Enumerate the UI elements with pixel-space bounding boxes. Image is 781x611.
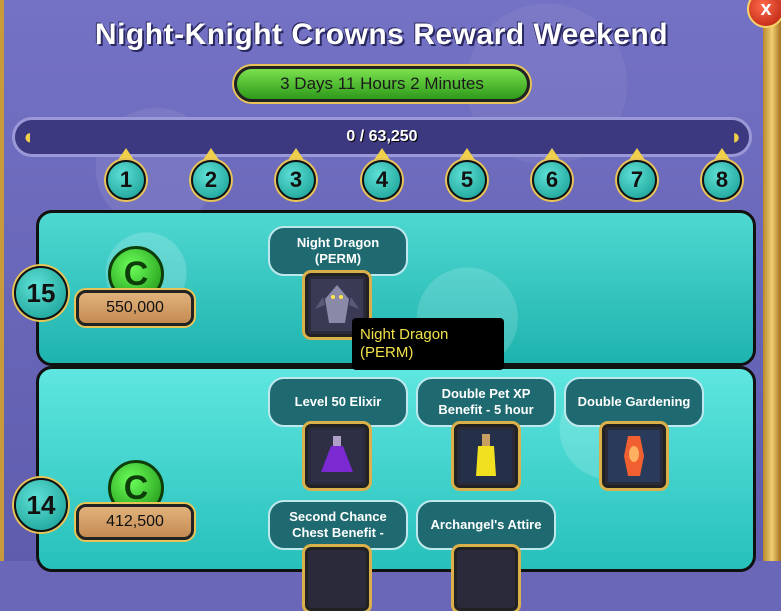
tier-level-badge: 15 — [14, 266, 68, 320]
reward-item-archangels-attire[interactable] — [454, 547, 518, 611]
reward-label-archangels-attire: Archangel's Attire — [416, 500, 556, 550]
milestone-marker-icon — [459, 148, 475, 160]
window-frame-right — [763, 0, 781, 561]
milestone-1: 1 — [106, 148, 146, 200]
purple-potion-icon — [311, 430, 363, 482]
milestone-3: 3 — [276, 148, 316, 200]
milestone-marker-icon — [629, 148, 645, 160]
milestone-number: 5 — [447, 160, 487, 200]
milestone-marker-icon — [203, 148, 219, 160]
reward-item-double-pet-xp[interactable] — [454, 424, 518, 488]
milestone-marker-icon — [288, 148, 304, 160]
tier-level-badge: 14 — [14, 478, 68, 532]
milestone-number: 8 — [702, 160, 742, 200]
window-title: Night-Knight Crowns Reward Weekend — [94, 18, 669, 51]
tier-cost: 412,500 — [76, 504, 194, 540]
reward-item-level-50-elixir[interactable] — [305, 424, 369, 488]
milestone-number: 2 — [191, 160, 231, 200]
reward-label-double-gardening: Double Gardening — [564, 377, 704, 427]
yellow-potion-icon — [460, 430, 512, 482]
milestone-marker-icon — [544, 148, 560, 160]
milestone-2: 2 — [191, 148, 231, 200]
reward-item-double-gardening[interactable] — [602, 424, 666, 488]
event-timer: 3 Days 11 Hours 2 Minutes — [234, 66, 530, 102]
milestone-number: 1 — [106, 160, 146, 200]
milestone-7: 7 — [617, 148, 657, 200]
reward-label-second-chance-chest: Second Chance Chest Benefit - — [268, 500, 408, 550]
milestone-8: 8 — [702, 148, 742, 200]
milestone-number: 6 — [532, 160, 572, 200]
lava-lamp-icon — [608, 430, 660, 482]
milestone-number: 3 — [276, 160, 316, 200]
milestone-5: 5 — [447, 148, 487, 200]
milestone-marker-icon — [714, 148, 730, 160]
progress-text: 0 / 63,250 — [346, 128, 418, 145]
milestone-number: 4 — [362, 160, 402, 200]
item-tooltip: Night Dragon (PERM) — [352, 318, 504, 370]
milestone-number: 7 — [617, 160, 657, 200]
milestone-6: 6 — [532, 148, 572, 200]
window-frame-left — [0, 0, 4, 561]
reward-item-second-chance-chest[interactable] — [305, 547, 369, 611]
milestone-marker-icon — [374, 148, 390, 160]
reward-label-night-dragon: Night Dragon (PERM) — [268, 226, 408, 276]
close-icon: x — [760, 0, 772, 20]
milestone-marker-icon — [118, 148, 134, 160]
reward-label-double-pet-xp: Double Pet XP Benefit - 5 hour — [416, 377, 556, 427]
tier-cost: 550,000 — [76, 290, 194, 326]
reward-label-level-50-elixir: Level 50 Elixir — [268, 377, 408, 427]
milestone-4: 4 — [362, 148, 402, 200]
